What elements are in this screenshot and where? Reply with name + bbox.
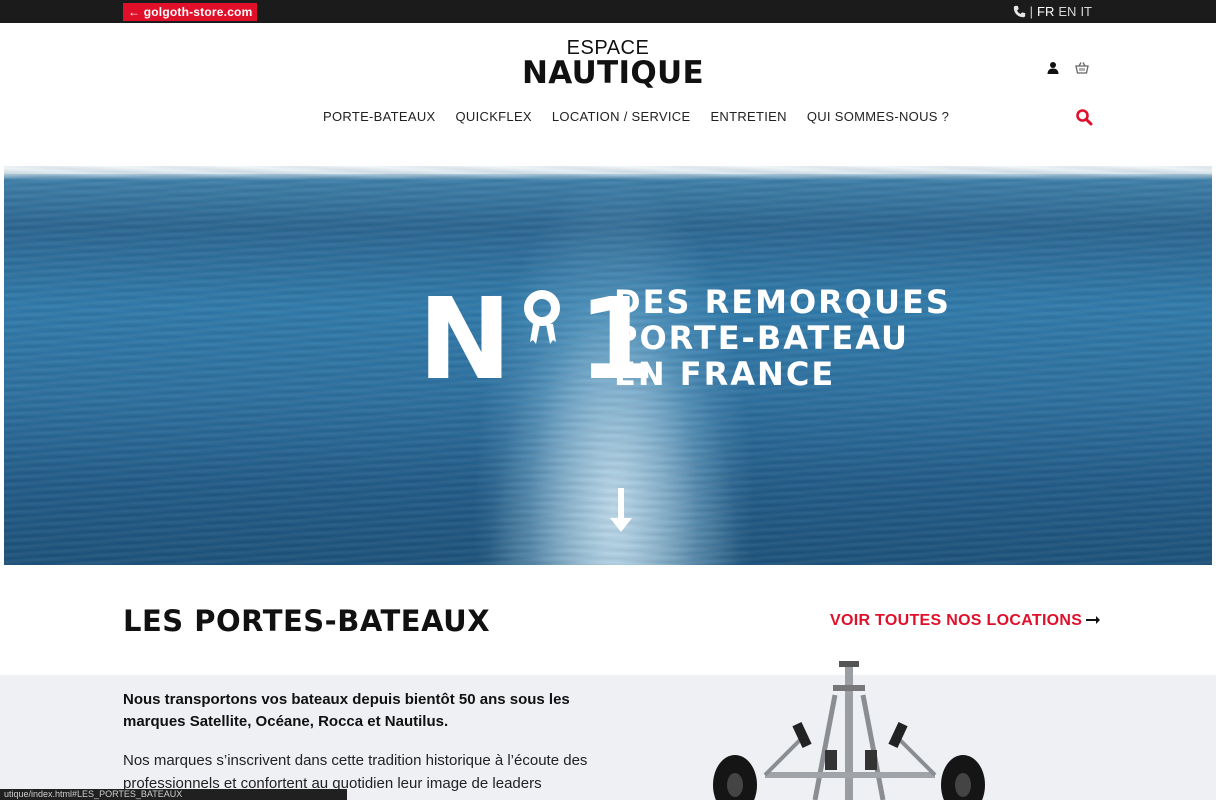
scroll-down-arrow-icon[interactable] [607,488,635,532]
site-header: ESPACE NAUTIQUE PORTE-BATEAUX QUICKFLEX … [0,23,1216,173]
lang-it[interactable]: IT [1080,4,1092,19]
nav-porte-bateaux[interactable]: PORTE-BATEAUX [323,109,436,124]
nav-quickflex[interactable]: QUICKFLEX [456,109,532,124]
hero-headline: DES REMORQUES PORTE-BATEAU EN FRANCE [614,284,951,392]
hero-banner: N 1 DES REMORQUES PORTE-BATEAU EN FRANCE [4,166,1212,565]
ribbon-icon [530,324,556,344]
section-title: LES PORTES-BATEAUX [123,604,491,638]
header-icons [1046,61,1089,75]
site-logo[interactable]: ESPACE NAUTIQUE [522,37,704,91]
hero-line-2: PORTE-BATEAU [614,319,909,357]
basket-icon[interactable] [1075,61,1089,75]
top-bar: ← golgoth-store.com | FR EN IT [0,0,1216,23]
top-right-links: | FR EN IT [1013,4,1092,19]
lang-separator: | [1029,4,1034,19]
hero-line-1: DES REMORQUES [614,283,951,321]
phone-icon[interactable] [1013,5,1026,18]
main-nav: PORTE-BATEAUX QUICKFLEX LOCATION / SERVI… [323,109,949,124]
logo-line2: NAUTIQUE [522,55,704,91]
nav-entretien[interactable]: ENTRETIEN [710,109,786,124]
nav-location-service[interactable]: LOCATION / SERVICE [552,109,691,124]
intro-lead: Nous transportons vos bateaux depuis bie… [123,691,570,730]
arrow-right-icon [1086,612,1101,630]
user-icon[interactable] [1046,61,1060,75]
hero-line-3: EN FRANCE [614,355,836,393]
see-all-label: VOIR TOUTES NOS LOCATIONS [830,612,1083,629]
nav-qui-sommes-nous[interactable]: QUI SOMMES-NOUS ? [807,109,949,124]
lang-en[interactable]: EN [1058,4,1076,19]
search-icon[interactable] [1075,108,1093,126]
lang-fr[interactable]: FR [1037,4,1054,19]
browser-status-url: utique/index.html#LES_PORTES_BATEAUX [0,789,347,800]
see-all-link[interactable]: VOIR TOUTES NOS LOCATIONS [830,612,1101,630]
store-link[interactable]: ← golgoth-store.com [123,3,258,21]
hero-badge-letter: N [418,275,512,405]
medal-icon [524,290,560,326]
boat-trailer-image [713,661,985,800]
